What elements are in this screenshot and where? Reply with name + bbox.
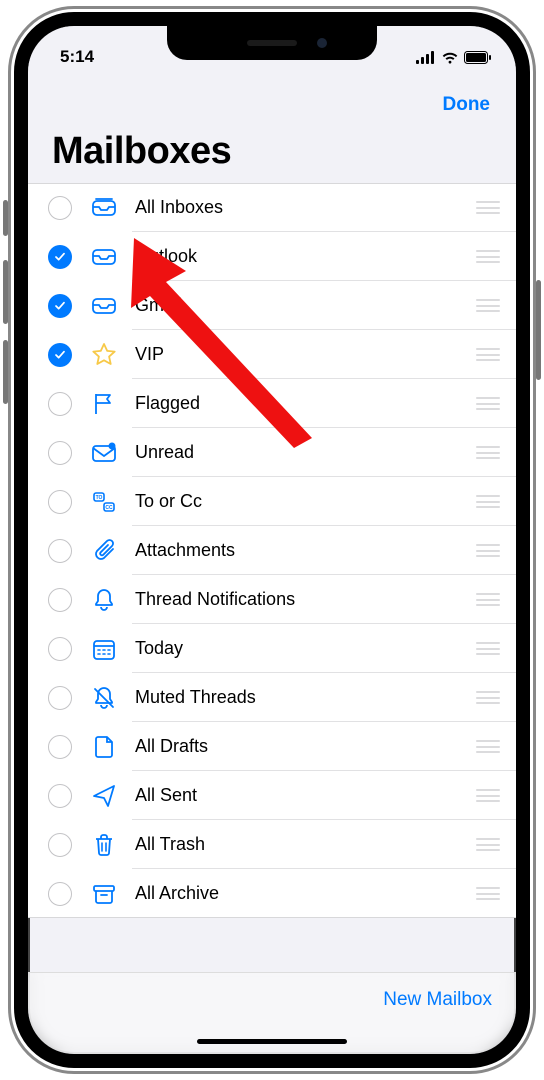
drag-handle-icon[interactable] <box>476 691 500 704</box>
mailbox-label: All Trash <box>135 834 476 855</box>
trash-icon <box>88 829 120 861</box>
drag-handle-icon[interactable] <box>476 838 500 851</box>
drag-handle-icon[interactable] <box>476 250 500 263</box>
mailbox-row[interactable]: All Archive <box>28 869 516 918</box>
mailbox-row[interactable]: All Sent <box>28 771 516 820</box>
drag-handle-icon[interactable] <box>476 397 500 410</box>
checkbox-unchecked-icon[interactable] <box>48 392 72 416</box>
notch <box>167 26 377 60</box>
checkbox-checked-icon[interactable] <box>48 245 72 269</box>
drag-handle-icon[interactable] <box>476 544 500 557</box>
mailbox-label: All Inboxes <box>135 197 476 218</box>
mailbox-label: Flagged <box>135 393 476 414</box>
drag-handle-icon[interactable] <box>476 642 500 655</box>
mailbox-label: Unread <box>135 442 476 463</box>
inbox-icon <box>88 241 120 273</box>
mailbox-label: Today <box>135 638 476 659</box>
mailbox-row[interactable]: All Drafts <box>28 722 516 771</box>
checkbox-unchecked-icon[interactable] <box>48 196 72 220</box>
checkbox-unchecked-icon[interactable] <box>48 539 72 563</box>
calendar-icon <box>88 633 120 665</box>
mailbox-label: All Sent <box>135 785 476 806</box>
checkbox-unchecked-icon[interactable] <box>48 735 72 759</box>
attachment-icon <box>88 535 120 567</box>
mailbox-label: All Drafts <box>135 736 476 757</box>
drag-handle-icon[interactable] <box>476 201 500 214</box>
new-mailbox-button[interactable]: New Mailbox <box>383 989 492 1011</box>
all-inboxes-icon <box>88 192 120 224</box>
inbox-icon <box>88 290 120 322</box>
draft-icon <box>88 731 120 763</box>
mailbox-label: Muted Threads <box>135 687 476 708</box>
mailbox-label: VIP <box>135 344 476 365</box>
cellular-signal-icon <box>416 51 436 64</box>
drag-handle-icon[interactable] <box>476 495 500 508</box>
mailbox-row[interactable]: All Inboxes <box>28 183 516 232</box>
to-cc-icon <box>88 486 120 518</box>
checkbox-checked-icon[interactable] <box>48 343 72 367</box>
mailbox-row[interactable]: Flagged <box>28 379 516 428</box>
bell-icon <box>88 584 120 616</box>
mailbox-label: Attachments <box>135 540 476 561</box>
page-title: Mailboxes <box>48 130 496 173</box>
star-icon <box>88 339 120 371</box>
done-button[interactable]: Done <box>443 94 491 116</box>
mailbox-row[interactable]: Unread <box>28 428 516 477</box>
mailbox-label: Outlook <box>135 246 476 267</box>
mailbox-row[interactable]: All Trash <box>28 820 516 869</box>
checkbox-unchecked-icon[interactable] <box>48 686 72 710</box>
checkbox-unchecked-icon[interactable] <box>48 441 72 465</box>
mailbox-row[interactable]: Gmail <box>28 281 516 330</box>
drag-handle-icon[interactable] <box>476 887 500 900</box>
checkbox-unchecked-icon[interactable] <box>48 588 72 612</box>
mailbox-row[interactable]: VIP <box>28 330 516 379</box>
mailbox-label: To or Cc <box>135 491 476 512</box>
home-indicator <box>197 1039 347 1044</box>
unread-icon <box>88 437 120 469</box>
mute-icon <box>88 682 120 714</box>
wifi-icon <box>441 51 459 64</box>
mailbox-row[interactable]: Thread Notifications <box>28 575 516 624</box>
drag-handle-icon[interactable] <box>476 446 500 459</box>
header: Done Mailboxes <box>28 76 516 183</box>
drag-handle-icon[interactable] <box>476 348 500 361</box>
mailbox-list: All Inboxes Outlook Gmail VIP Flagged Unread T… <box>28 183 516 918</box>
mailbox-row[interactable]: To or Cc <box>28 477 516 526</box>
checkbox-unchecked-icon[interactable] <box>48 784 72 808</box>
sent-icon <box>88 780 120 812</box>
mailbox-label: Gmail <box>135 295 476 316</box>
drag-handle-icon[interactable] <box>476 789 500 802</box>
checkbox-unchecked-icon[interactable] <box>48 637 72 661</box>
mailbox-row[interactable]: Muted Threads <box>28 673 516 722</box>
mailbox-row[interactable]: Today <box>28 624 516 673</box>
mailbox-row[interactable]: Outlook <box>28 232 516 281</box>
drag-handle-icon[interactable] <box>476 299 500 312</box>
mailbox-label: All Archive <box>135 883 476 904</box>
checkbox-unchecked-icon[interactable] <box>48 490 72 514</box>
drag-handle-icon[interactable] <box>476 593 500 606</box>
checkbox-unchecked-icon[interactable] <box>48 882 72 906</box>
checkbox-unchecked-icon[interactable] <box>48 833 72 857</box>
drag-handle-icon[interactable] <box>476 740 500 753</box>
phone-screen: 5:14 Done Mailboxes All Inboxes Outlook Gm… <box>14 12 530 1068</box>
flag-icon <box>88 388 120 420</box>
mailbox-label: Thread Notifications <box>135 589 476 610</box>
battery-icon <box>464 51 492 64</box>
mailbox-row[interactable]: Attachments <box>28 526 516 575</box>
status-time: 5:14 <box>60 47 94 67</box>
archive-icon <box>88 878 120 910</box>
checkbox-checked-icon[interactable] <box>48 294 72 318</box>
